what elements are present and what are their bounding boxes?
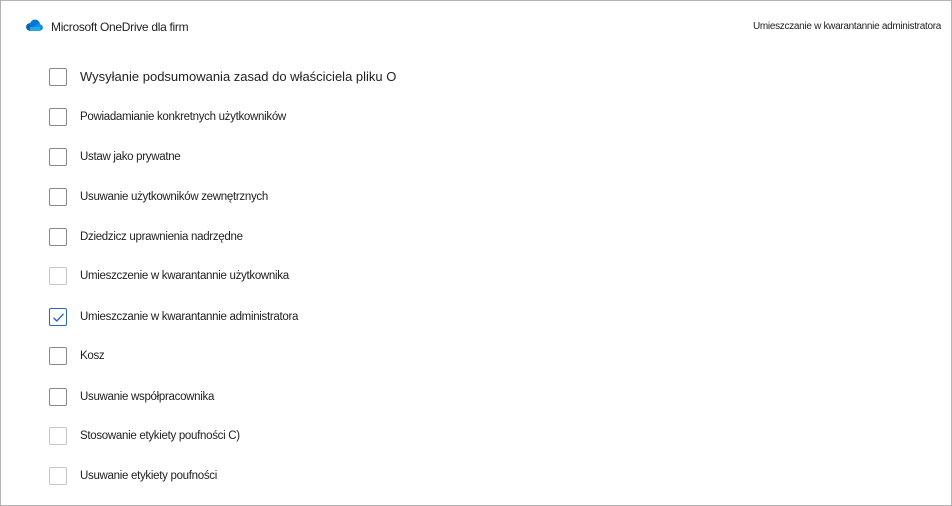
page-title: Umieszczanie w kwarantannie administrato… (752, 21, 941, 32)
option-label: Dziedzicz uprawnienia nadrzędne (80, 231, 243, 243)
option-apply-sensitivity-label: Stosowanie etykiety poufności C) (49, 427, 929, 449)
checkbox (49, 467, 67, 485)
checkbox[interactable] (49, 68, 67, 86)
option-label: Wysyłanie podsumowania zasad do właścici… (80, 69, 397, 84)
checkbox[interactable] (49, 347, 67, 365)
option-label: Umieszczanie w kwarantannie administrato… (80, 311, 299, 323)
checkbox[interactable] (49, 148, 67, 166)
option-set-private[interactable]: Ustaw jako prywatne (49, 148, 929, 170)
checkbox[interactable] (49, 228, 67, 246)
option-recycle-bin[interactable]: Kosz (49, 347, 929, 369)
option-label: Usuwanie etykiety poufności (80, 470, 218, 482)
checkbox (49, 267, 67, 285)
checkbox[interactable] (49, 308, 67, 326)
option-label: Ustaw jako prywatne (80, 151, 181, 163)
option-inherit-parent-permissions[interactable]: Dziedzicz uprawnienia nadrzędne (49, 228, 929, 250)
option-label: Kosz (80, 350, 105, 362)
header: Microsoft OneDrive dla firm Umieszczanie… (1, 1, 951, 51)
option-remove-collaborator[interactable]: Usuwanie współpracownika (49, 388, 929, 410)
checkbox[interactable] (49, 108, 67, 126)
checkbox (49, 427, 67, 445)
option-label: Umieszczenie w kwarantannie użytkownika (80, 270, 289, 282)
option-send-policy-summary[interactable]: Wysyłanie podsumowania zasad do właścici… (49, 68, 929, 90)
option-remove-external-users[interactable]: Usuwanie użytkowników zewnętrznych (49, 188, 929, 210)
checkmark-icon (53, 313, 65, 322)
checkbox[interactable] (49, 188, 67, 206)
option-remove-sensitivity-label: Usuwanie etykiety poufności (49, 467, 929, 489)
onedrive-cloud-icon (25, 18, 43, 31)
checkbox[interactable] (49, 388, 67, 406)
option-label: Usuwanie współpracownika (80, 391, 215, 403)
option-notify-specific-users[interactable]: Powiadamianie konkretnych użytkowników (49, 108, 929, 130)
option-label: Stosowanie etykiety poufności C) (80, 430, 240, 442)
app-title: Microsoft OneDrive dla firm (51, 20, 189, 34)
option-label: Powiadamianie konkretnych użytkowników (80, 111, 286, 123)
app-window: Microsoft OneDrive dla firm Umieszczanie… (0, 0, 952, 506)
option-label: Usuwanie użytkowników zewnętrznych (80, 191, 268, 203)
option-user-quarantine: Umieszczenie w kwarantannie użytkownika (49, 267, 929, 289)
option-admin-quarantine[interactable]: Umieszczanie w kwarantannie administrato… (49, 308, 929, 330)
